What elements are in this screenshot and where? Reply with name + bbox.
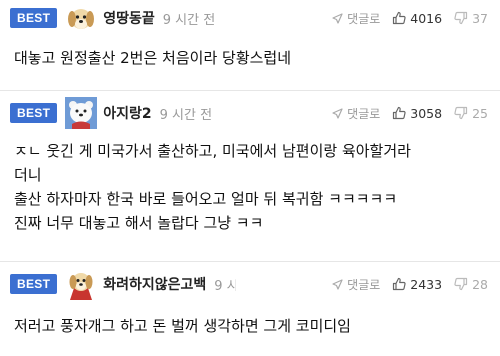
nickname[interactable]: 화려하지않은고백 [103,274,206,294]
comment-item: BEST 영땅동끝 9 시간 전 댓글로 4016 37 대놓고 원정출산 2번… [0,0,500,91]
downvote-count: 37 [472,10,488,26]
comment-line: 더니 [14,166,42,184]
comment-item: BEST 아지랑2 9 시간 전 댓글로 3058 25 ㅈㄴ 웃긴 게 미국가… [0,93,500,262]
comment-line: 대놓고 원정출산 2번은 처음이라 당황스럽네 [14,49,292,67]
best-badge: BEST [10,274,58,294]
comment-header: BEST 화려하지않은고백 9 시 댓글로 2433 28 [0,264,500,304]
thumbs-up-icon [393,277,406,291]
send-arrow-icon [332,107,343,119]
thumbs-down-icon [454,277,468,291]
reply-label: 댓글로 [347,277,381,292]
reply-label: 댓글로 [347,11,381,26]
puppy-caped-avatar-icon[interactable] [65,268,97,300]
thumbs-down-icon [454,106,468,120]
puppy-avatar-icon[interactable] [65,2,97,34]
upvote-button[interactable]: 4016 [392,11,442,26]
comment-header: BEST 영땅동끝 9 시간 전 댓글로 4016 37 [0,0,500,36]
reply-button[interactable]: 댓글로 [332,276,380,293]
downvote-button[interactable]: 28 [454,277,488,292]
best-badge: BEST [10,8,58,28]
comment-text: ㅈㄴ 웃긴 게 미국가서 출산하고, 미국에서 남편이랑 육아할거라 더니 출산… [0,133,500,235]
comment-header: BEST 아지랑2 9 시간 전 댓글로 3058 25 [0,93,500,133]
comment-line: ㅈㄴ 웃긴 게 미국가서 출산하고, 미국에서 남편이랑 육아할거라 [14,142,411,160]
thumbs-down-icon [454,11,468,25]
upvote-count: 2433 [410,276,443,292]
upvote-button[interactable]: 3058 [392,106,442,121]
nickname[interactable]: 아지랑2 [103,103,151,123]
reply-button[interactable]: 댓글로 [332,105,380,122]
send-arrow-icon [332,278,343,290]
thumbs-up-icon [393,106,406,120]
comment-line: 진짜 너무 대놓고 해서 놀랍다 그냥 ㅋㅋ [14,214,264,232]
nickname[interactable]: 영땅동끝 [103,8,155,28]
comment-item: BEST 화려하지않은고백 9 시 댓글로 2433 28 저러고 풍자개그 하… [0,264,500,356]
downvote-button[interactable]: 37 [454,11,488,26]
comment-actions: 댓글로 4016 37 [314,0,488,36]
comment-line: 출산 하자마자 한국 바로 들어오고 얼마 뒤 복귀함 ㅋㅋㅋㅋㅋ [14,190,398,208]
reply-button[interactable]: 댓글로 [332,10,380,27]
timestamp: 9 시간 전 [162,12,216,28]
comment-text: 대놓고 원정출산 2번은 처음이라 당황스럽네 [0,36,500,70]
upvote-count: 3058 [410,105,443,121]
best-badge: BEST [10,103,58,123]
polar-bear-avatar-icon[interactable] [65,97,98,129]
reply-label: 댓글로 [347,106,381,121]
comment-actions: 댓글로 2433 28 [314,264,488,304]
timestamp: 9 시 [214,278,237,294]
send-arrow-icon [332,12,343,24]
comment-actions: 댓글로 3058 25 [314,93,488,133]
timestamp: 9 시간 전 [159,107,213,123]
downvote-count: 28 [472,276,488,292]
comment-text: 저러고 풍자개그 하고 돈 벌꺼 생각하면 그게 코미디임 [0,304,500,338]
upvote-count: 4016 [410,10,443,26]
downvote-count: 25 [472,105,488,121]
upvote-button[interactable]: 2433 [392,277,442,292]
downvote-button[interactable]: 25 [454,106,488,121]
comment-line: 저러고 풍자개그 하고 돈 벌꺼 생각하면 그게 코미디임 [14,317,351,335]
thumbs-up-icon [393,11,406,25]
